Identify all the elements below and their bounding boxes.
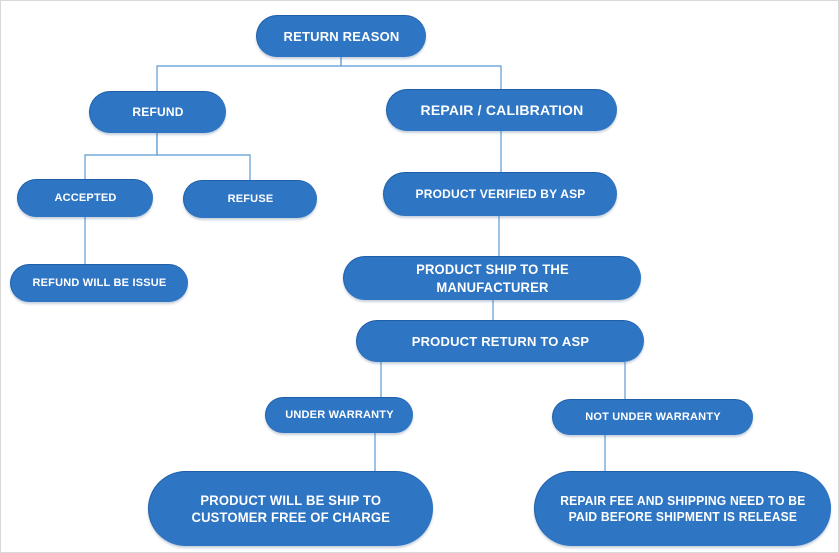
node-ship-free-of-charge[interactable]: PRODUCT WILL BE SHIP TO CUSTOMER FREE OF…	[148, 471, 433, 546]
node-refund-will-issue[interactable]: REFUND WILL BE ISSUE	[10, 264, 188, 302]
node-repair-fee-shipping[interactable]: REPAIR FEE AND SHIPPING NEED TO BE PAID …	[534, 471, 831, 546]
node-not-under-warranty[interactable]: NOT UNDER WARRANTY	[552, 399, 753, 435]
node-return-reason[interactable]: RETURN REASON	[256, 15, 426, 57]
node-label-ship-manufacturer: PRODUCT SHIP TO THE MANUFACTURER	[416, 261, 569, 295]
node-label-refuse: REFUSE	[227, 192, 274, 205]
node-label-refund: REFUND	[132, 105, 184, 120]
flowchart-canvas: RETURN REASON REFUND REPAIR / CALIBRATION A…	[0, 0, 839, 553]
node-label-ship-free-of-charge: PRODUCT WILL BE SHIP TO CUSTOMER FREE OF…	[191, 491, 391, 525]
node-label-not-under-warranty: NOT UNDER WARRANTY	[585, 410, 721, 423]
node-refuse[interactable]: REFUSE	[183, 180, 317, 218]
node-label-return-reason: RETURN REASON	[283, 28, 400, 44]
edge-refund-to-accepted	[84, 133, 158, 179]
node-return-to-asp[interactable]: PRODUCT RETURN TO ASP	[356, 320, 644, 362]
node-label-under-warranty: UNDER WARRANTY	[285, 408, 394, 421]
node-refund[interactable]: REFUND	[89, 91, 226, 133]
edge-return-to-repair	[340, 57, 502, 89]
node-product-verified[interactable]: PRODUCT VERIFIED BY ASP	[383, 172, 617, 216]
node-label-product-verified: PRODUCT VERIFIED BY ASP	[415, 187, 586, 202]
node-label-accepted: ACCEPTED	[54, 191, 117, 204]
node-accepted[interactable]: ACCEPTED	[17, 179, 153, 217]
node-label-repair-calibration: REPAIR / CALIBRATION	[420, 101, 584, 118]
node-under-warranty[interactable]: UNDER WARRANTY	[265, 397, 413, 433]
node-label-repair-fee-shipping: REPAIR FEE AND SHIPPING NEED TO BE PAID …	[560, 493, 806, 524]
edge-refund-to-refuse	[156, 133, 251, 180]
node-repair-calibration[interactable]: REPAIR / CALIBRATION	[386, 89, 617, 131]
node-ship-manufacturer[interactable]: PRODUCT SHIP TO THE MANUFACTURER	[343, 256, 641, 300]
node-label-refund-will-issue: REFUND WILL BE ISSUE	[32, 276, 167, 289]
edge-return-to-refund	[156, 57, 342, 91]
node-label-return-to-asp: PRODUCT RETURN TO ASP	[411, 333, 590, 349]
